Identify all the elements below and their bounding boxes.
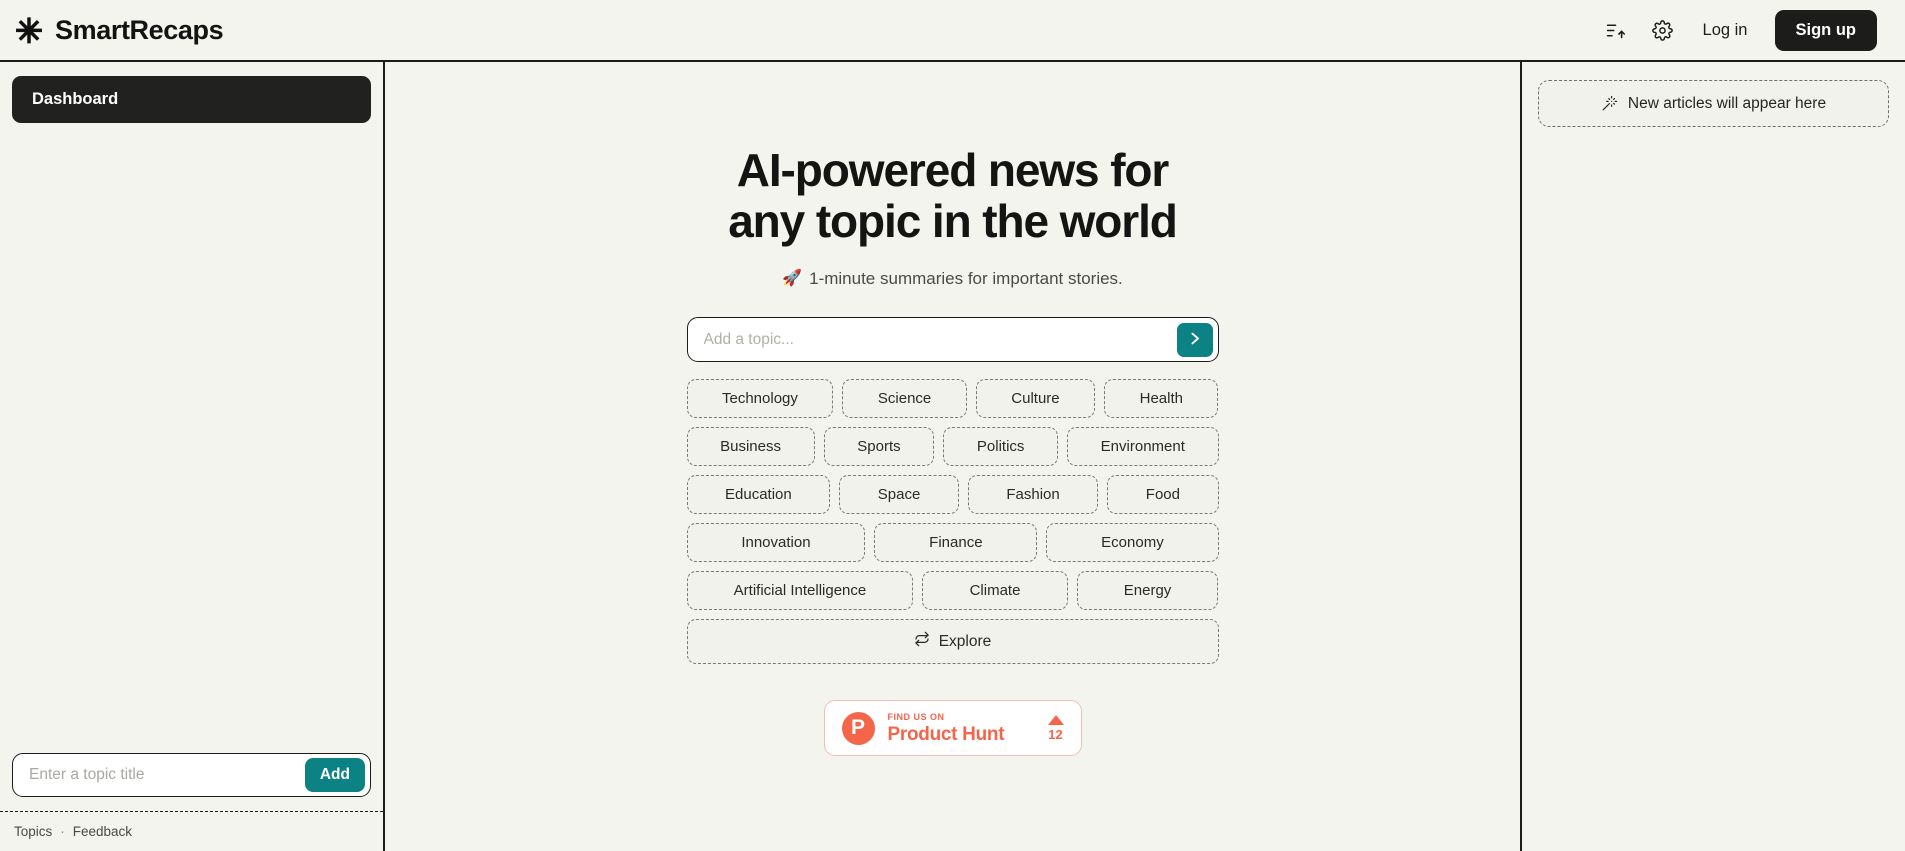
topic-chip[interactable]: Fashion: [967, 475, 1099, 515]
signup-button[interactable]: Sign up: [1774, 9, 1877, 51]
rocket-icon: 🚀: [782, 270, 803, 288]
topic-chip[interactable]: Business: [686, 427, 815, 467]
topic-chip-row: Technology Science Culture Health: [686, 379, 1219, 419]
topic-chip[interactable]: Artificial Intelligence: [686, 571, 914, 611]
topic-chip[interactable]: Sports: [823, 427, 935, 467]
header-actions: Log in Sign up: [1603, 9, 1877, 51]
topic-chip-grid: Technology Science Culture Health Business Sp…: [686, 379, 1219, 611]
articles-panel: New articles will appear here: [1520, 62, 1905, 851]
topic-chip[interactable]: Environment: [1067, 427, 1219, 467]
main-content: AI-powered news for any topic in the wor…: [385, 62, 1520, 851]
topic-chip[interactable]: Economy: [1046, 523, 1219, 563]
chevron-right-icon: [1186, 330, 1203, 350]
product-hunt-text: FIND US ON Product Hunt: [887, 711, 1035, 745]
asterisk-logo-icon: [14, 15, 44, 45]
add-topic-button[interactable]: Add: [304, 758, 365, 792]
sidebar-item-dashboard[interactable]: Dashboard: [12, 76, 371, 123]
add-topic-input[interactable]: [13, 758, 305, 792]
sparkle-wand-icon: [1601, 95, 1618, 112]
brand-name: SmartRecaps: [55, 14, 224, 45]
articles-empty-state: New articles will appear here: [1538, 80, 1889, 127]
topic-chip[interactable]: Innovation: [686, 523, 866, 563]
product-hunt-logo-icon: P: [841, 711, 875, 745]
product-hunt-kicker: FIND US ON: [887, 711, 945, 722]
topic-search-input[interactable]: [687, 318, 1177, 362]
topic-chip-row: Artificial Intelligence Climate Energy: [686, 571, 1219, 611]
sidebar-nav: Dashboard: [0, 62, 383, 123]
topic-search-group: [686, 317, 1219, 363]
articles-empty-state-text: New articles will appear here: [1627, 94, 1827, 112]
app-root: SmartRecaps Log in Sign up Dashboard Ent…: [0, 0, 1905, 851]
shuffle-refresh-icon: [914, 631, 930, 652]
topic-chip[interactable]: Space: [839, 475, 959, 515]
upvote-triangle-icon: [1047, 714, 1064, 725]
add-topic-row: Add: [0, 753, 383, 811]
sidebar-topic-list: [0, 123, 383, 753]
main-inner: AI-powered news for any topic in the wor…: [686, 62, 1219, 851]
page-subtitle: 🚀 1-minute summaries for important stori…: [782, 269, 1123, 289]
explore-label: Explore: [938, 632, 992, 650]
topic-chip[interactable]: Finance: [874, 523, 1038, 563]
sidebar-footer: Topics · Feedback: [0, 811, 383, 851]
topic-chip[interactable]: Health: [1104, 379, 1219, 419]
top-header: SmartRecaps Log in Sign up: [0, 0, 1905, 62]
explore-button[interactable]: Explore: [686, 619, 1219, 665]
footer-separator: ·: [60, 824, 65, 839]
sort-ascending-icon[interactable]: [1603, 17, 1629, 43]
sidebar: Dashboard Add Topics · Feedback: [0, 62, 385, 851]
body-row: Dashboard Add Topics · Feedback AI-power…: [0, 62, 1905, 851]
topic-chip[interactable]: Technology: [686, 379, 834, 419]
topic-chip-row: Business Sports Politics Environment: [686, 427, 1219, 467]
login-link[interactable]: Log in: [1697, 17, 1754, 44]
product-hunt-name: Product Hunt: [887, 723, 1005, 745]
gear-icon[interactable]: [1650, 17, 1676, 43]
topics-link[interactable]: Topics: [14, 824, 52, 839]
product-hunt-upvotes: 12: [1047, 714, 1064, 742]
page-subtitle-text: 1-minute summaries for important stories…: [809, 269, 1123, 289]
topic-chip-row: Innovation Finance Economy: [686, 523, 1219, 563]
brand-logo[interactable]: SmartRecaps: [14, 14, 224, 46]
topic-chip[interactable]: Food: [1107, 475, 1219, 515]
topic-chip[interactable]: Energy: [1076, 571, 1219, 611]
upvote-count: 12: [1048, 726, 1063, 742]
topic-chip[interactable]: Culture: [975, 379, 1096, 419]
sidebar-item-label: Dashboard: [32, 90, 119, 108]
topic-chip[interactable]: Education: [686, 475, 831, 515]
product-hunt-badge[interactable]: P FIND US ON Product Hunt 12: [823, 700, 1082, 757]
topic-chip[interactable]: Politics: [943, 427, 1059, 467]
topic-chip-row: Education Space Fashion Food: [686, 475, 1219, 515]
feedback-link[interactable]: Feedback: [73, 824, 132, 839]
topic-search-submit-button[interactable]: [1176, 322, 1213, 357]
topic-chip[interactable]: Science: [842, 379, 967, 419]
add-topic-field-group: Add: [12, 753, 371, 797]
topic-chip[interactable]: Climate: [922, 571, 1068, 611]
page-title: AI-powered news for any topic in the wor…: [728, 144, 1178, 247]
